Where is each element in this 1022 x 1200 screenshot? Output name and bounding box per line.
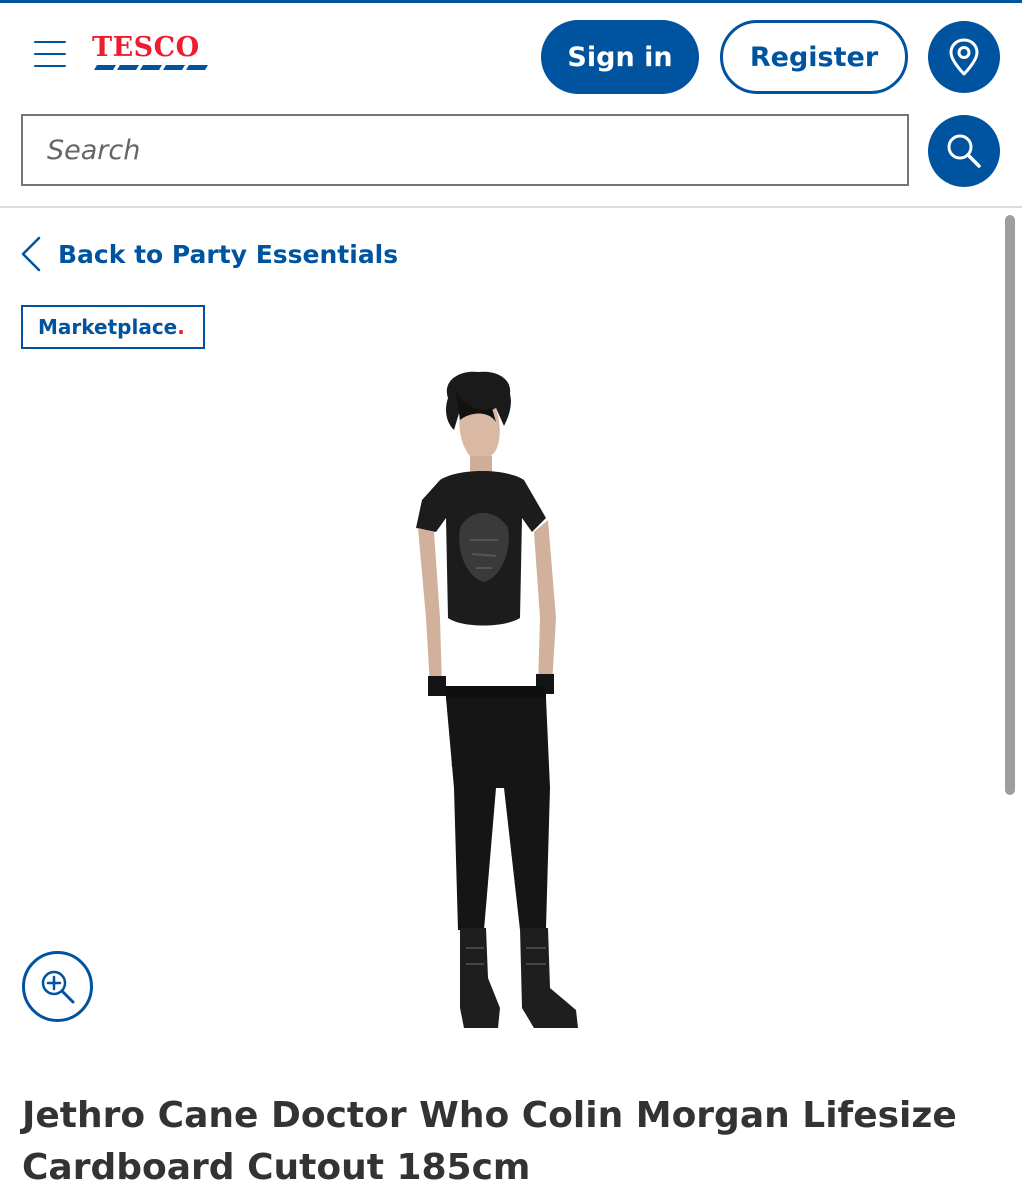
logo-text: TESCO — [92, 32, 200, 63]
map-pin-icon — [949, 38, 979, 76]
product-title: Jethro Cane Doctor Who Colin Morgan Life… — [22, 1095, 957, 1188]
search-submit-button[interactable] — [928, 115, 1000, 187]
marketplace-badge-dot: . — [177, 315, 185, 339]
marketplace-badge: Marketplace. — [21, 305, 205, 349]
menu-button[interactable] — [30, 37, 70, 71]
hamburger-menu-icon — [34, 41, 66, 43]
zoom-image-button[interactable] — [22, 951, 93, 1022]
page-scrollbar[interactable] — [1005, 215, 1015, 795]
logo-stripes — [94, 65, 208, 70]
site-header: TESCO Sign in Register — [0, 3, 1022, 208]
marketplace-badge-label: Marketplace — [38, 315, 178, 339]
search-icon — [947, 134, 981, 168]
back-to-category-link[interactable]: Back to Party Essentials — [20, 232, 398, 276]
register-button[interactable]: Register — [720, 20, 908, 94]
back-link-label: Back to Party Essentials — [58, 239, 399, 269]
store-locator-button[interactable] — [928, 21, 1000, 93]
zoom-in-icon — [41, 970, 74, 1003]
product-image — [416, 371, 578, 1028]
hamburger-menu-icon-line — [34, 65, 66, 67]
sign-in-button[interactable]: Sign in — [541, 20, 699, 94]
chevron-left-icon — [20, 234, 48, 274]
search-input[interactable] — [21, 114, 909, 186]
hamburger-menu-icon-line — [34, 53, 66, 55]
tesco-logo[interactable]: TESCO — [92, 33, 217, 78]
